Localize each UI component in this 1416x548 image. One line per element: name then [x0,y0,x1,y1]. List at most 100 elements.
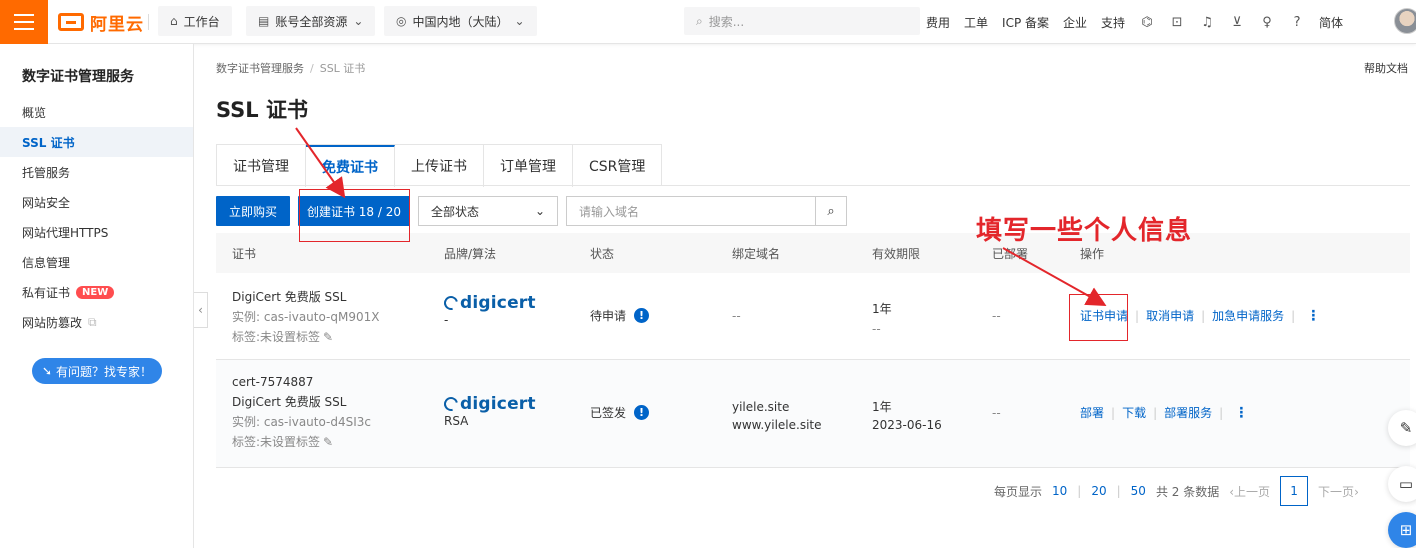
link-enterprise[interactable]: 企业 [1063,14,1087,31]
tab-bar: 证书管理 免费证书 上传证书 订单管理 CSR管理 [216,144,663,187]
pagination: 每页显示 10 | 20 | 50 共 2 条数据 ‹上一页 1 下一页› [994,476,1359,506]
page-size-option[interactable]: 50 [1131,484,1146,498]
current-page[interactable]: 1 [1280,476,1309,506]
status-cell: 已签发 ! [590,404,650,421]
sidebar-item-hosting[interactable]: 托管服务 [0,157,193,187]
divider: | [1153,405,1158,420]
domain-search-input[interactable]: 请输入域名 [566,196,816,226]
link-icp[interactable]: ICP 备案 [1002,14,1049,31]
divider: | [1201,308,1206,323]
edit-icon: ✎ [1399,419,1413,437]
more-icon[interactable]: ⋮ [1306,308,1320,324]
terminal-icon[interactable]: ⊡ [1169,15,1185,30]
edit-icon[interactable]: ✎ [323,327,333,347]
sidebar-item-private-cert[interactable]: 私有证书 NEW [0,277,193,307]
info-icon[interactable]: ! [634,405,650,420]
link-cost[interactable]: 费用 [926,14,950,31]
cert-tag-label: 标签:未设置标签 [232,330,321,344]
deploy-service-link[interactable]: 部署服务 [1164,404,1212,421]
page-size-option[interactable]: 10 [1052,484,1067,498]
apps-icon: ⊞ [1399,521,1413,539]
breadcrumb-root[interactable]: 数字证书管理服务 [216,62,304,75]
avatar[interactable] [1394,8,1416,34]
deploy-link[interactable]: 部署 [1080,404,1104,421]
tab-csr[interactable]: CSR管理 [573,145,662,187]
status-text: 已签发 [590,406,627,420]
divider: | [1111,405,1116,420]
collapse-sidebar-button[interactable]: ‹ [194,292,208,328]
aliyun-logo[interactable]: 阿里云 [58,9,144,35]
annotation-text: 填写一些个人信息 [976,216,1193,246]
digicert-logo: digicert [441,293,536,313]
apps-button[interactable]: ⊞ [1388,512,1416,548]
cert-tag[interactable]: 标签:未设置标签 ✎ [232,432,371,452]
sidebar-item-tamper-proof[interactable]: 网站防篡改 ⧉ [0,307,193,337]
buy-now-button[interactable]: 立即购买 [216,196,290,226]
sidebar-item-info-management[interactable]: 信息管理 [0,247,193,277]
sidebar-item-overview[interactable]: 概览 [0,97,193,127]
sidebar-item-ssl[interactable]: SSL 证书 [0,127,193,157]
next-page-button[interactable]: 下一页› [1318,483,1359,500]
list-icon: ▤ [258,14,270,28]
edit-icon[interactable]: ✎ [323,432,333,452]
column-header: 绑定域名 [732,247,781,261]
tab-free-cert[interactable]: 免费证书 [306,145,395,187]
top-bar: 阿里云 ⌂ 工作台 ▤ 账号全部资源 ⌄ ◎ 中国内地（大陆） ⌄ ⌕ 搜索..… [0,0,1416,44]
table-row: cert-7574887 DigiCert 免费版 SSL 实例: cas-iv… [216,360,1410,468]
bound-domain: www.yilele.site [732,418,822,432]
validity-period: 1年 [872,302,892,316]
cert-tag[interactable]: 标签:未设置标签 ✎ [232,327,379,347]
prev-page-label: 上一页 [1234,484,1271,499]
search-input[interactable]: ⌕ 搜索... [684,7,920,35]
expire-date: 2023-06-16 [872,418,942,432]
bell-icon[interactable]: ♫ [1199,15,1215,30]
language-switch[interactable]: 简体 [1319,14,1343,31]
help-doc-link[interactable]: 帮助文档 [1364,60,1408,76]
sidebar: 数字证书管理服务 概览 SSL 证书 托管服务 网站安全 网站代理HTTPS 信… [0,44,194,548]
download-link[interactable]: 下载 [1122,404,1146,421]
sidebar-item-label: 信息管理 [22,255,71,270]
prev-page-button[interactable]: ‹上一页 [1229,483,1270,500]
search-button[interactable]: ⌕ [815,196,847,226]
cert-instance[interactable]: 实例: cas-ivauto-d4SI3c [232,412,371,432]
divider: | [1135,308,1140,323]
feedback-edit-button[interactable]: ✎ [1388,410,1416,446]
tab-upload-cert[interactable]: 上传证书 [395,145,484,187]
table-row: DigiCert 免费版 SSL 实例: cas-ivauto-qM901X 标… [216,273,1410,360]
cert-instance[interactable]: 实例: cas-ivauto-qM901X [232,307,379,327]
deployed-value: -- [992,406,1001,420]
cart-icon[interactable]: ⊻ [1229,15,1245,30]
find-expert-button[interactable]: ➘ 有问题？找专家！ [32,358,162,384]
region-dropdown[interactable]: ◎ 中国内地（大陆） ⌄ [384,6,537,36]
sidebar-item-label: SSL 证书 [22,135,75,150]
column-header: 有效期限 [872,247,921,261]
tab-cert-management[interactable]: 证书管理 [217,145,306,187]
cert-name: DigiCert 免费版 SSL [232,395,347,409]
sidebar-item-https-proxy[interactable]: 网站代理HTTPS [0,217,193,247]
urgent-apply-link[interactable]: 加急申请服务 [1212,307,1284,324]
domain-placeholder: 请输入域名 [579,204,640,219]
external-link-icon: ⧉ [88,314,97,329]
resources-dropdown[interactable]: ▤ 账号全部资源 ⌄ [246,6,376,36]
link-support[interactable]: 支持 [1101,14,1125,31]
status-select[interactable]: 全部状态 ⌄ [418,196,558,226]
robot-icon[interactable]: ⌬ [1139,15,1155,30]
menu-icon[interactable] [0,0,48,44]
divider: | [1077,484,1082,498]
resources-label: 账号全部资源 [275,14,348,29]
pin-icon: ➘ [41,364,53,378]
link-ticket[interactable]: 工单 [964,14,988,31]
page-size-option[interactable]: 20 [1091,484,1106,498]
cancel-apply-link[interactable]: 取消申请 [1146,307,1194,324]
more-icon[interactable]: ⋮ [1234,405,1248,421]
validity-cell: 1年 -- [872,299,892,339]
sidebar-item-web-security[interactable]: 网站安全 [0,187,193,217]
bulb-icon[interactable]: ♀ [1259,15,1275,30]
highlight-create-button [299,189,410,242]
chevron-left-icon: ‹ [198,303,203,317]
chat-button[interactable]: ▭ [1388,466,1416,502]
info-icon[interactable]: ! [634,308,650,323]
tab-orders[interactable]: 订单管理 [484,145,573,187]
help-icon[interactable]: ? [1289,15,1305,30]
workbench-button[interactable]: ⌂ 工作台 [158,6,232,36]
